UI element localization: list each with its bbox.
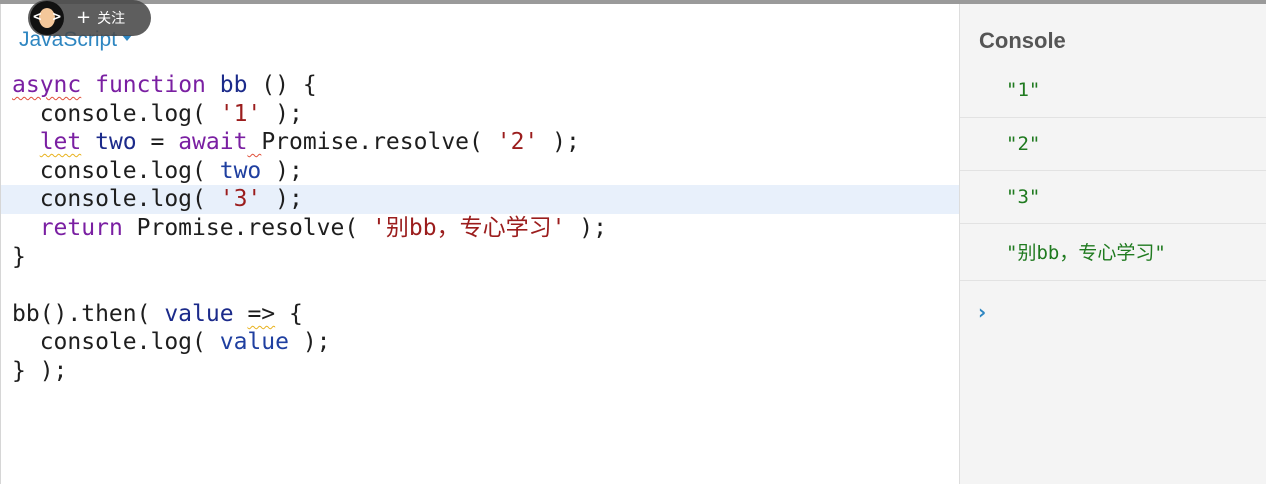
console-prompt-chevron-icon[interactable]: ›: [978, 300, 986, 324]
code-token: );: [261, 157, 303, 184]
code-line[interactable]: return Promise.resolve( '别bb，专心学习' );: [1, 214, 960, 243]
follow-label: 关注: [97, 11, 126, 27]
code-bracket-left-icon: <: [33, 9, 42, 25]
code-token: );: [565, 214, 607, 241]
code-token: =>: [247, 300, 276, 327]
code-token: );: [288, 329, 331, 356]
code-token: return: [39, 214, 123, 241]
code-token: value: [219, 329, 289, 356]
code-token: '2': [496, 129, 539, 156]
console-entry: "1": [960, 66, 1266, 118]
code-line[interactable]: console.log( two );: [1, 157, 960, 186]
code-token: console.log(: [12, 329, 220, 356]
code-token: );: [261, 186, 303, 213]
code-token: async: [12, 72, 82, 98]
code-token: value: [164, 300, 234, 327]
code-line[interactable]: bb().then( value => {: [1, 300, 960, 329]
code-token: {: [275, 300, 303, 327]
follow-button[interactable]: + 关注: [76, 8, 125, 28]
code-token: Promise.resolve(: [261, 129, 497, 156]
code-line[interactable]: console.log( '1' );: [1, 100, 960, 129]
code-line[interactable]: async function bb () {: [1, 71, 960, 100]
code-token: );: [538, 129, 580, 156]
console-entry: "别bb，专心学习": [960, 224, 1266, 281]
code-editor-pane[interactable]: JavaScript async function bb () { consol…: [0, 4, 960, 484]
avatar[interactable]: < >: [30, 1, 64, 35]
code-token: two: [95, 129, 137, 156]
code-token: function: [95, 72, 206, 98]
console-title: Console: [979, 28, 1066, 53]
code-token: console.log(: [12, 186, 220, 213]
code-token: '3': [219, 186, 262, 213]
plus-icon: +: [76, 7, 92, 28]
code-line[interactable]: console.log( value );: [1, 328, 960, 357]
code-token: =: [136, 129, 179, 156]
code-bracket-right-icon: >: [52, 9, 61, 25]
caret-down-icon: [122, 35, 133, 42]
code-token: bb: [219, 72, 248, 98]
code-token: );: [261, 100, 303, 127]
code-area[interactable]: async function bb () { console.log( '1' …: [1, 71, 960, 386]
console-entry: "3": [960, 171, 1266, 224]
code-line[interactable]: } );: [1, 357, 960, 386]
code-token: let: [39, 129, 82, 156]
code-token: console.log(: [12, 100, 220, 127]
code-token: console.log(: [12, 157, 220, 184]
code-token: }: [12, 243, 26, 270]
code-token: () {: [247, 72, 317, 98]
follow-badge[interactable]: < > + 关注: [28, 0, 151, 36]
code-token: two: [219, 157, 262, 184]
code-line[interactable]: }: [1, 243, 960, 272]
code-line[interactable]: [1, 271, 960, 300]
code-token: '别bb，专心学习': [372, 214, 566, 241]
code-token: Promise.resolve(: [122, 214, 373, 241]
code-token: } );: [12, 357, 68, 384]
code-line[interactable]: let two = await Promise.resolve( '2' );: [1, 128, 960, 157]
console-pane: Console "1" "2" "3" "别bb，专心学习" ›: [959, 4, 1266, 484]
code-token: bb().then(: [12, 300, 165, 327]
code-line[interactable]: console.log( '3' );: [1, 185, 960, 214]
code-token: '1': [219, 100, 262, 127]
console-entry: "2": [960, 118, 1266, 171]
code-token: await: [178, 129, 248, 156]
